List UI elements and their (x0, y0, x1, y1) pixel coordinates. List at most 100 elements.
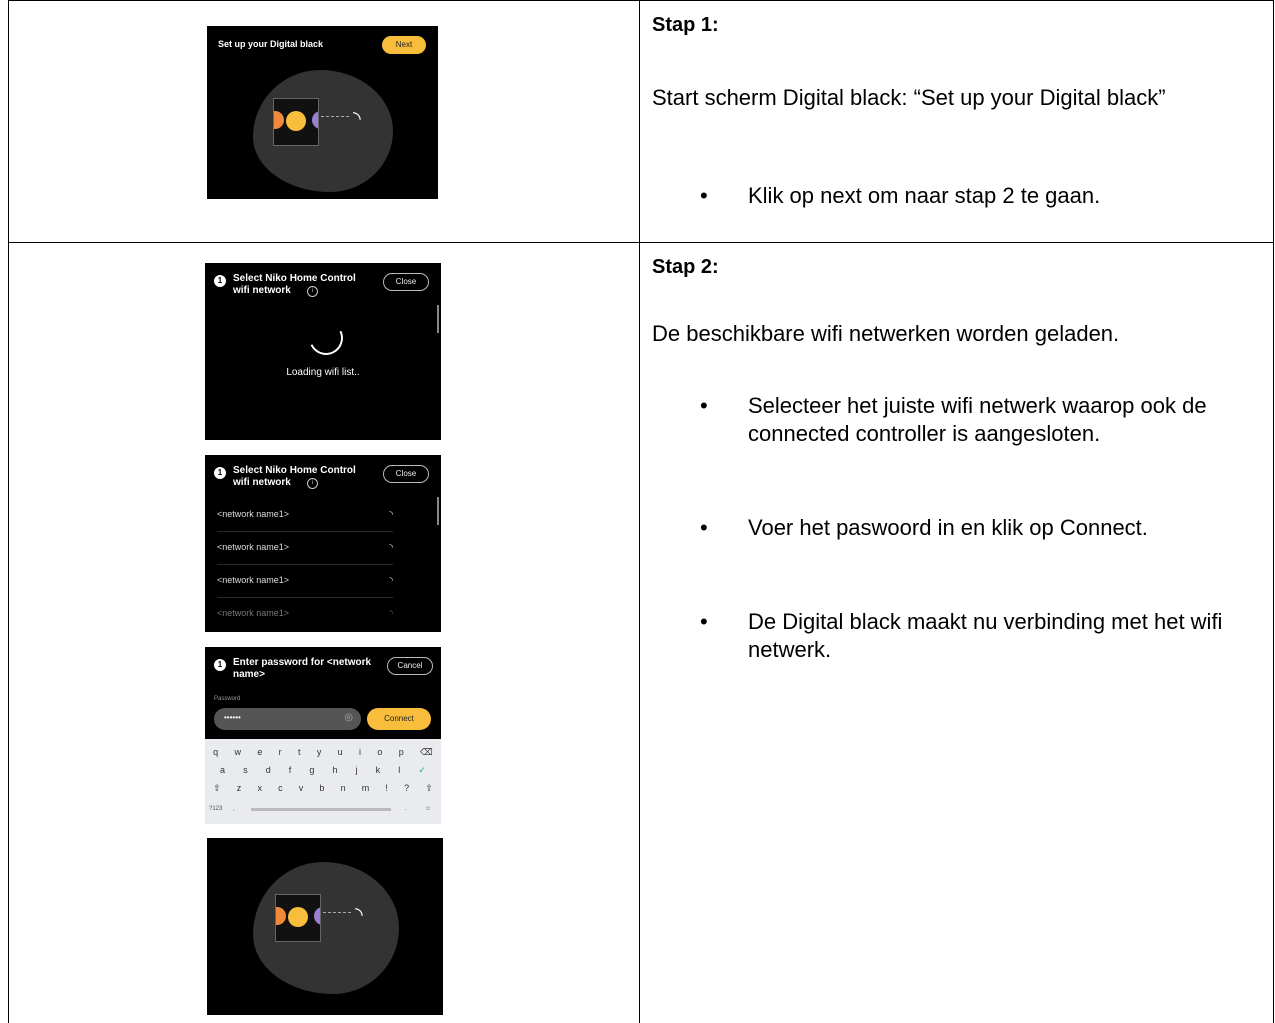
step1-heading: Stap 1: (652, 14, 719, 36)
step2-heading: Stap 2: (652, 256, 719, 278)
keyboard-key[interactable]: w (235, 747, 242, 758)
network-name: <network name1> (217, 575, 290, 585)
scrollbar[interactable] (437, 497, 439, 525)
step-number-badge: 1 (214, 659, 226, 671)
instruction-table (8, 0, 1274, 1023)
step2-bullet-text: Voer het paswoord in en klik op Connect. (748, 515, 1148, 540)
network-list-item[interactable]: <network name1> ◝ (217, 532, 393, 565)
keyboard-key[interactable]: p (399, 747, 404, 758)
setup-title: Set up your Digital black (218, 39, 324, 49)
keyboard-key[interactable]: c (278, 783, 283, 794)
bullet-dot-icon: • (700, 393, 708, 418)
wifi-list-screen: 1 Select Niko Home Control wifi network … (205, 455, 441, 632)
keyboard-key[interactable]: q (213, 747, 218, 758)
network-name: <network name1> (217, 608, 290, 618)
keyboard-key[interactable]: n (341, 783, 346, 794)
keyboard-key[interactable]: l (398, 765, 400, 776)
network-name: <network name1> (217, 509, 290, 519)
wifi-signal-icon: ◝ (389, 575, 394, 585)
connection-arrow-icon (323, 912, 351, 914)
step2-bullet-1: • Selecteer het juiste wifi netwerk waar… (700, 392, 1248, 448)
close-button[interactable]: Close (383, 273, 429, 291)
keyboard-key[interactable]: ⇧ (425, 783, 433, 794)
bullet-dot-icon: • (700, 183, 708, 208)
setup-screen: Set up your Digital black Next ◝ (207, 26, 438, 199)
cancel-button[interactable]: Cancel (387, 657, 433, 675)
bullet-dot-icon: • (700, 515, 708, 540)
keyboard-key[interactable]: m (362, 783, 370, 794)
keyboard-row: q w e r t y u i o p ⌫ (205, 747, 441, 758)
next-button[interactable]: Next (382, 36, 426, 54)
keyboard-key[interactable]: e (257, 747, 262, 758)
keyboard-key[interactable]: ? (404, 783, 409, 794)
period-key[interactable]: . (405, 806, 407, 812)
keyboard-key[interactable]: r (279, 747, 282, 758)
keyboard-key[interactable]: u (338, 747, 343, 758)
wifi-icon: ◝ (353, 108, 361, 130)
keyboard-key[interactable]: h (332, 765, 337, 776)
password-label: Password (214, 696, 241, 702)
keyboard-key[interactable]: s (243, 765, 248, 776)
wifi-icon: ◝ (355, 904, 363, 926)
password-screen: 1 Enter password for <network name> Canc… (205, 647, 441, 824)
keyboard-key[interactable]: t (298, 747, 301, 758)
table-row-divider (8, 242, 1274, 243)
symbols-key[interactable]: ?123 (209, 806, 222, 812)
bullet-dot-icon: • (700, 609, 708, 634)
device-icon (275, 894, 321, 942)
keyboard-key[interactable]: a (220, 765, 225, 776)
keyboard-key[interactable]: z (237, 783, 242, 794)
network-list-item[interactable]: <network name1> ◝ (217, 565, 393, 598)
keyboard-key[interactable]: ⌫ (420, 747, 433, 758)
keyboard-bottom-row: ?123 , . ☺ (205, 803, 441, 817)
keyboard-row: a s d f g h j k l ✓ (205, 765, 441, 776)
keyboard-key[interactable]: k (376, 765, 381, 776)
step1-bullet-text: Klik op next om naar stap 2 te gaan. (748, 183, 1101, 208)
list-screen-title: Select Niko Home Control wifi network (233, 465, 356, 488)
scrollbar[interactable] (437, 305, 439, 333)
loading-text: Loading wifi list.. (286, 367, 360, 378)
keyboard-key[interactable]: ✓ (418, 765, 426, 776)
keyboard-key[interactable]: v (299, 783, 304, 794)
keyboard-key[interactable]: g (309, 765, 314, 776)
keyboard-row: ⇧ z x c v b n m!? ⇧ (205, 783, 441, 794)
keyboard-key[interactable]: b (319, 783, 324, 794)
keyboard-key[interactable]: x (257, 783, 262, 794)
step2-bullet-2: • Voer het paswoord in en klik op Connec… (700, 514, 1248, 542)
table-border-right (1273, 0, 1274, 1023)
show-password-icon[interactable]: ◎ (344, 712, 353, 723)
network-list-item[interactable]: <network name1> ◝ (217, 598, 393, 630)
step-number-badge: 1 (214, 275, 226, 287)
space-key[interactable] (251, 808, 391, 811)
connect-button[interactable]: Connect (367, 708, 431, 730)
keyboard-key[interactable]: ! (385, 783, 388, 794)
wifi-signal-icon: ◝ (389, 542, 394, 552)
wifi-signal-icon: ◝ (389, 608, 394, 618)
password-input[interactable]: •••••• ◎ (214, 708, 361, 730)
loading-wifi-screen: 1 Select Niko Home Control wifi network … (205, 263, 441, 440)
table-column-divider (639, 0, 640, 1023)
step2-bullet-text: De Digital black maakt nu verbinding met… (748, 609, 1223, 662)
step2-description: De beschikbare wifi netwerken worden gel… (652, 321, 1120, 346)
emoji-key[interactable]: ☺ (425, 806, 431, 812)
keyboard-key[interactable]: o (377, 747, 382, 758)
close-button[interactable]: Close (383, 465, 429, 483)
on-screen-keyboard: q w e r t y u i o p ⌫ a s d f g h j k l ✓ ⇧ z x c v b n m!? ⇧ ?123 … (205, 739, 441, 824)
keyboard-key[interactable]: j (356, 765, 358, 776)
password-screen-title: Enter password for <network name> (233, 657, 372, 680)
info-icon[interactable]: i (307, 286, 318, 297)
keyboard-key[interactable]: f (289, 765, 292, 776)
keyboard-key[interactable]: i (359, 747, 361, 758)
comma-key[interactable]: , (233, 806, 235, 812)
step1-description: Start scherm Digital black: “Set up your… (652, 85, 1166, 110)
keyboard-key[interactable]: y (317, 747, 322, 758)
network-list-item[interactable]: <network name1> ◝ (217, 499, 393, 532)
connecting-screen: ◝ (207, 838, 443, 1015)
keyboard-key[interactable]: ⇧ (213, 783, 221, 794)
loading-screen-title: Select Niko Home Control wifi network (233, 273, 356, 296)
info-icon[interactable]: i (307, 478, 318, 489)
step2-bullet-text: Selecteer het juiste wifi netwerk waarop… (748, 393, 1207, 446)
table-border-top (8, 0, 1274, 1)
keyboard-key[interactable]: d (266, 765, 271, 776)
step1-bullet: • Klik op next om naar stap 2 te gaan. (700, 182, 1248, 210)
